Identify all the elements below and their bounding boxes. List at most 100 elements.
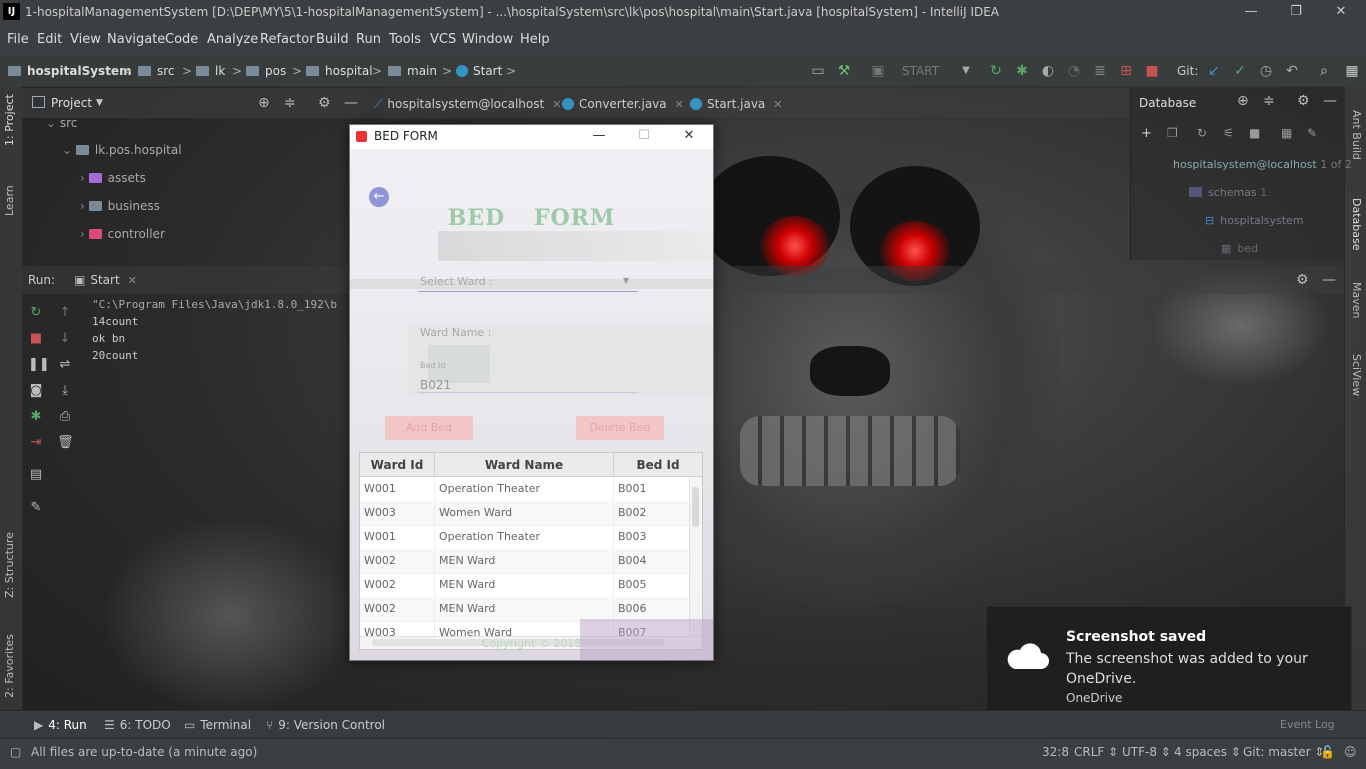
terminal-icon[interactable]: ▭	[810, 63, 826, 79]
breadcrumb-pos[interactable]: pos	[246, 56, 286, 86]
hide-panel-icon[interactable]: —	[344, 88, 358, 118]
db-tree-connection[interactable]: hospitalsystem@localhost 1 of 2	[1173, 158, 1352, 171]
hide-panel-icon[interactable]: —	[1323, 93, 1337, 109]
breadcrumb-lk[interactable]: lk	[196, 56, 225, 86]
tab-hospitalsystem-console[interactable]: ⟋ hospitalsystem@localhost ✕	[374, 88, 561, 121]
build-hammer-icon[interactable]: ⚒	[836, 63, 852, 79]
edit-icon[interactable]: ✎	[1307, 126, 1317, 140]
minimize-button[interactable]: —	[1228, 0, 1274, 24]
breadcrumb-hospital[interactable]: hospital	[306, 56, 373, 86]
add-icon[interactable]: +	[1141, 126, 1152, 141]
menu-navigate[interactable]: Navigate	[107, 24, 165, 56]
pause-icon[interactable]: ❚❚	[28, 357, 50, 373]
menu-tools[interactable]: Tools	[389, 24, 421, 56]
bottom-tab-run[interactable]: ▶ 4: Run	[34, 711, 87, 739]
exit-icon[interactable]: ⇥	[28, 435, 44, 451]
menu-build[interactable]: Build	[316, 24, 349, 56]
git-branch-select[interactable]: Git: master ⇕	[1243, 739, 1324, 765]
breadcrumb-main[interactable]: main	[388, 56, 437, 86]
rerun-icon[interactable]: ↻	[28, 305, 44, 321]
menu-help[interactable]: Help	[520, 24, 550, 56]
event-log-tab[interactable]: Event Log	[1280, 711, 1335, 739]
menu-code[interactable]: Code	[165, 24, 198, 56]
bed-id-field[interactable]: B021	[420, 378, 451, 392]
tree-item-assets[interactable]: › assets	[80, 171, 146, 185]
close-icon[interactable]: ✕	[128, 274, 137, 287]
history-icon[interactable]: ◷	[1258, 63, 1274, 79]
menu-run[interactable]: Run	[356, 24, 381, 56]
tree-item-controller[interactable]: › controller	[80, 227, 165, 241]
run-config-select[interactable]: START	[902, 56, 939, 86]
close-button[interactable]: ✕	[1318, 0, 1364, 24]
camera-icon[interactable]: ◙	[28, 383, 44, 399]
locate-icon[interactable]: ⊕	[258, 88, 270, 118]
bottom-tab-terminal[interactable]: ▭ Terminal	[184, 711, 251, 739]
tree-item-package[interactable]: ⌄ lk.pos.hospital	[62, 143, 182, 157]
debug-icon[interactable]: ✱	[1014, 63, 1030, 79]
menu-analyze[interactable]: Analyze	[207, 24, 258, 56]
gear-icon[interactable]: ⚙	[318, 88, 331, 118]
filter-icon[interactable]: ⚟	[1223, 126, 1234, 140]
presentation-icon[interactable]: ▦	[1344, 63, 1360, 79]
arrow-down-icon[interactable]: ↓	[57, 331, 73, 347]
run-tab-start[interactable]: ▣ Start ✕	[74, 266, 137, 295]
git-update-icon[interactable]: ↙	[1206, 63, 1222, 79]
restore-button[interactable]: ❐	[1273, 0, 1319, 24]
git-commit-icon[interactable]: ✓	[1232, 63, 1248, 79]
db-tree-schema-hospitalsystem[interactable]: ⊟ hospitalsystem	[1205, 214, 1304, 227]
table-row[interactable]: W003 Women Ward B002	[360, 501, 690, 526]
maximize-button[interactable]: ☐	[624, 125, 664, 149]
table-row[interactable]: W002 MEN Ward B005	[360, 573, 690, 598]
table-icon[interactable]: ▦	[1281, 126, 1292, 140]
rerun-icon[interactable]: ↻	[988, 63, 1004, 79]
db-tree-table-bed[interactable]: ▦ bed	[1221, 242, 1258, 255]
chevron-down-icon[interactable]: ▼	[623, 276, 629, 285]
db-tree-schemas[interactable]: schemas 1	[1189, 186, 1267, 199]
table-row[interactable]: W002 MEN Ward B004	[360, 549, 690, 574]
breadcrumb-start[interactable]: Start	[456, 56, 502, 86]
gear-icon[interactable]: ⚙	[1297, 93, 1310, 109]
table-row[interactable]: W001 Operation Theater B001	[360, 477, 690, 502]
tree-item-business[interactable]: › business	[80, 199, 160, 213]
stop-icon[interactable]: ■	[1249, 126, 1260, 140]
menu-vcs[interactable]: VCS	[430, 24, 456, 56]
indent-select[interactable]: 4 spaces ⇕	[1174, 739, 1241, 765]
locate-icon[interactable]: ⊕	[1237, 93, 1249, 109]
lock-icon[interactable]: 🔓	[1320, 739, 1335, 765]
menu-view[interactable]: View	[70, 24, 101, 56]
tab-start-java[interactable]: Start.java ✕	[690, 88, 783, 121]
gear-icon[interactable]: ⚙	[1296, 266, 1309, 294]
tool-tab-project[interactable]: 1: Project	[3, 94, 16, 146]
close-icon[interactable]: ✕	[675, 98, 684, 111]
tool-tab-sciview[interactable]: SciView	[1350, 354, 1363, 396]
breadcrumb-project[interactable]: hospitalSystem	[8, 56, 132, 86]
soft-wrap-icon[interactable]: ⇌	[57, 357, 73, 373]
menu-file[interactable]: File	[7, 24, 29, 56]
vertical-scrollbar[interactable]	[689, 477, 702, 637]
stop-icon[interactable]: ■	[1144, 63, 1160, 79]
close-button[interactable]: ✕	[669, 125, 709, 149]
inspector-icon[interactable]: ☺	[1344, 739, 1357, 765]
copy-icon[interactable]: ❐	[1167, 126, 1178, 140]
scroll-to-end-icon[interactable]: ⤓	[57, 383, 73, 399]
attach-debugger-icon[interactable]: ⊞	[1118, 63, 1134, 79]
tool-tab-maven[interactable]: Maven	[1350, 282, 1363, 318]
menu-edit[interactable]: Edit	[37, 24, 62, 56]
pin-icon[interactable]: ✎	[28, 500, 44, 516]
tool-tab-structure[interactable]: Z: Structure	[3, 532, 16, 598]
print-icon[interactable]: ⎙	[57, 409, 73, 425]
column-header-bed-id[interactable]: Bed Id	[614, 453, 702, 477]
breadcrumb-src[interactable]: src	[138, 56, 175, 86]
close-icon[interactable]: ✕	[773, 98, 782, 111]
column-header-ward-id[interactable]: Ward Id	[360, 453, 435, 477]
arrow-up-icon[interactable]: ↑	[57, 305, 73, 321]
coverage-icon[interactable]: ◐	[1040, 63, 1056, 79]
table-row[interactable]: W001 Operation Theater B003	[360, 525, 690, 550]
tool-tab-learn[interactable]: Learn	[3, 185, 16, 216]
column-header-ward-name[interactable]: Ward Name	[435, 453, 614, 477]
select-ward-dropdown[interactable]	[418, 269, 638, 292]
minimize-button[interactable]: —	[579, 125, 619, 149]
search-icon[interactable]: ⌕	[1316, 63, 1332, 79]
close-icon[interactable]: ✕	[552, 98, 561, 111]
layout-icon[interactable]: ▤	[28, 467, 44, 483]
